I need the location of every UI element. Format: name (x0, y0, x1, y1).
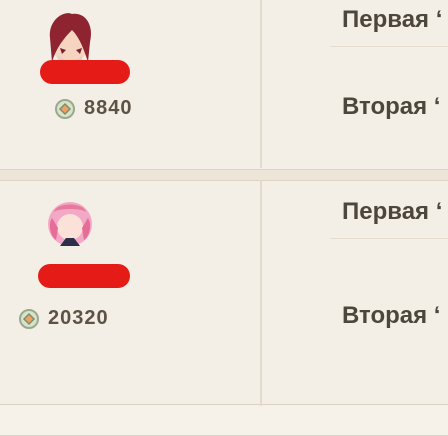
coin-icon (19, 309, 39, 329)
player-score-1: 8840 (84, 97, 133, 119)
tier-label-4: Вторая ‘ (342, 302, 441, 329)
player-card-3 (0, 404, 448, 436)
tier-label-3: Первая ‘ (342, 198, 443, 225)
tier-label-2: Вторая ‘ (342, 93, 441, 120)
player-name-bar-1 (40, 60, 130, 84)
character-avatar-2[interactable] (38, 194, 102, 258)
player-score-2: 20320 (48, 307, 109, 329)
tier-label-1: Первая ‘ (342, 6, 443, 33)
coin-icon (55, 99, 75, 119)
column-divider (260, 0, 262, 168)
column-divider (260, 180, 262, 406)
divider-line (330, 238, 448, 239)
player-name-bar-2 (38, 264, 130, 288)
divider-line (330, 46, 448, 47)
